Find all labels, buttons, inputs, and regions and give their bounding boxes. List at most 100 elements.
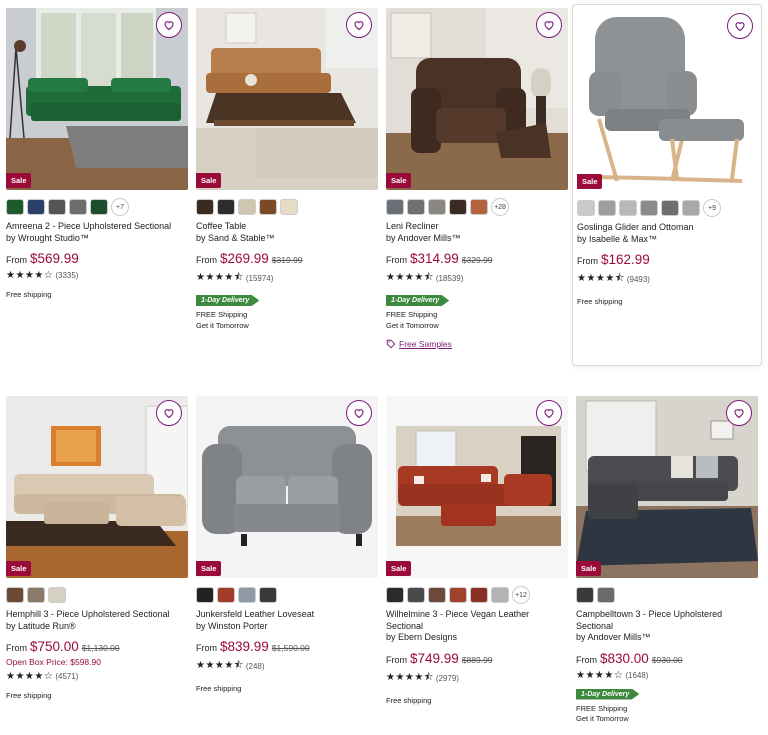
color-swatch[interactable] <box>597 587 615 603</box>
color-swatch[interactable] <box>27 587 45 603</box>
product-image[interactable]: Sale <box>196 396 378 578</box>
product-image[interactable]: Sale <box>577 9 759 191</box>
color-swatch[interactable] <box>196 587 214 603</box>
product-info: Coffee Table by Sand & Stable™ From $269… <box>196 221 378 331</box>
rating[interactable]: ★★★★☆ (1648) <box>576 670 758 681</box>
product-card[interactable]: Sale +28 Leni Recliner by Andover Mills™… <box>386 8 568 358</box>
color-swatch[interactable] <box>27 199 45 215</box>
color-swatch[interactable] <box>619 200 637 216</box>
color-swatch[interactable] <box>6 587 24 603</box>
product-card[interactable]: Sale +12 Wilhelmine 3 - Piece Vegan Leat… <box>386 396 568 716</box>
rating[interactable]: ★★★★⯪ (15974) <box>196 270 378 287</box>
favorite-heart-icon[interactable] <box>536 12 562 38</box>
favorite-heart-icon[interactable] <box>727 13 753 39</box>
original-price: $329.99 <box>461 255 493 265</box>
product-image[interactable]: Sale <box>386 396 568 578</box>
product-name[interactable]: Amreena 2 - Piece Upholstered Sectional <box>6 221 188 233</box>
product-brand[interactable]: by Wrought Studio™ <box>6 233 188 245</box>
shipping-text: Free shipping <box>577 297 623 306</box>
color-swatch[interactable] <box>217 587 235 603</box>
color-swatch[interactable] <box>238 587 256 603</box>
sale-badge: Sale <box>577 174 603 189</box>
color-swatch[interactable] <box>69 199 87 215</box>
color-swatch[interactable] <box>470 587 488 603</box>
favorite-heart-icon[interactable] <box>156 12 182 38</box>
favorite-heart-icon[interactable] <box>536 400 562 426</box>
rating[interactable]: ★★★★☆ (3335) <box>6 270 188 281</box>
color-swatch[interactable] <box>280 199 298 215</box>
color-swatch[interactable] <box>682 200 700 216</box>
product-brand[interactable]: by Sand & Stable™ <box>196 233 378 245</box>
product-brand[interactable]: by Latitude Run® <box>6 621 188 633</box>
color-swatch[interactable] <box>640 200 658 216</box>
color-swatch[interactable] <box>449 587 467 603</box>
favorite-heart-icon[interactable] <box>346 400 372 426</box>
more-colors-button[interactable]: +7 <box>111 198 129 216</box>
product-image[interactable]: Sale <box>576 396 758 578</box>
rating[interactable]: ★★★★⯪ (2979) <box>386 670 568 687</box>
product-card[interactable]: Sale +7 Amreena 2 - Piece Upholstered Se… <box>6 8 188 328</box>
product-brand[interactable]: by Winston Porter <box>196 621 378 633</box>
color-swatch[interactable] <box>48 587 66 603</box>
color-swatch[interactable] <box>386 199 404 215</box>
favorite-heart-icon[interactable] <box>346 12 372 38</box>
color-swatch[interactable] <box>661 200 679 216</box>
product-image[interactable]: Sale <box>386 8 568 190</box>
color-swatch[interactable] <box>386 587 404 603</box>
product-card[interactable]: Sale Coffee Table by Sand & Stable™ From… <box>196 8 378 348</box>
color-swatch[interactable] <box>598 200 616 216</box>
product-brand[interactable]: by Isabelle & Max™ <box>577 234 759 246</box>
free-samples-label: Free Samples <box>399 339 452 349</box>
color-swatch[interactable] <box>196 199 214 215</box>
color-swatch[interactable] <box>6 199 24 215</box>
color-swatch[interactable] <box>238 199 256 215</box>
product-card[interactable]: Sale Junkersfeld Leather Loveseat by Win… <box>196 396 378 716</box>
color-swatch[interactable] <box>259 587 277 603</box>
product-name[interactable]: Leni Recliner <box>386 221 568 233</box>
product-card[interactable]: Sale Campbelltown 3 - Piece Upholstered … <box>576 396 758 731</box>
favorite-heart-icon[interactable] <box>156 400 182 426</box>
more-colors-button[interactable]: +9 <box>703 199 721 217</box>
color-swatch[interactable] <box>217 199 235 215</box>
product-image[interactable]: Sale <box>6 8 188 190</box>
rating[interactable]: ★★★★⯪ (248) <box>196 658 378 675</box>
color-swatch[interactable] <box>48 199 66 215</box>
rating[interactable]: ★★★★☆ (4571) <box>6 671 188 682</box>
product-name-line2[interactable]: Sectional <box>576 621 758 633</box>
color-swatch[interactable] <box>428 587 446 603</box>
color-swatch[interactable] <box>470 199 488 215</box>
more-colors-button[interactable]: +28 <box>491 198 509 216</box>
product-card[interactable]: Sale Hemphill 3 - Piece Upholstered Sect… <box>6 396 188 716</box>
product-brand[interactable]: by Ebern Designs <box>386 632 568 644</box>
color-swatch[interactable] <box>407 199 425 215</box>
product-name[interactable]: Junkersfeld Leather Loveseat <box>196 609 378 621</box>
product-name[interactable]: Campbelltown 3 - Piece Upholstered <box>576 609 758 621</box>
rating[interactable]: ★★★★⯪ (18539) <box>386 270 568 287</box>
product-image[interactable]: Sale <box>196 8 378 190</box>
review-count: (3335) <box>55 271 79 280</box>
sale-badge: Sale <box>6 173 32 188</box>
color-swatch[interactable] <box>407 587 425 603</box>
product-brand[interactable]: by Andover Mills™ <box>576 632 758 644</box>
product-brand[interactable]: by Andover Mills™ <box>386 233 568 245</box>
free-samples-link[interactable]: Free Samples <box>386 339 568 349</box>
more-colors-button[interactable]: +12 <box>512 586 530 604</box>
favorite-heart-icon[interactable] <box>726 400 752 426</box>
product-image[interactable]: Sale <box>6 396 188 578</box>
color-swatches <box>196 586 277 604</box>
color-swatch[interactable] <box>428 199 446 215</box>
color-swatch[interactable] <box>576 587 594 603</box>
color-swatch[interactable] <box>90 199 108 215</box>
color-swatch[interactable] <box>491 587 509 603</box>
product-name[interactable]: Wilhelmine 3 - Piece Vegan Leather Secti… <box>386 609 568 632</box>
product-card[interactable]: Sale +9 Goslinga Glider and Ottoman by I… <box>572 4 762 366</box>
rating[interactable]: ★★★★⯪ (9493) <box>577 271 759 288</box>
product-name[interactable]: Coffee Table <box>196 221 378 233</box>
color-swatch[interactable] <box>449 199 467 215</box>
color-swatch[interactable] <box>577 200 595 216</box>
product-name[interactable]: Goslinga Glider and Ottoman <box>577 222 759 234</box>
product-info: Hemphill 3 - Piece Upholstered Sectional… <box>6 609 188 700</box>
color-swatch[interactable] <box>259 199 277 215</box>
product-info: Campbelltown 3 - Piece Upholstered Secti… <box>576 609 758 725</box>
product-name[interactable]: Hemphill 3 - Piece Upholstered Sectional <box>6 609 188 621</box>
